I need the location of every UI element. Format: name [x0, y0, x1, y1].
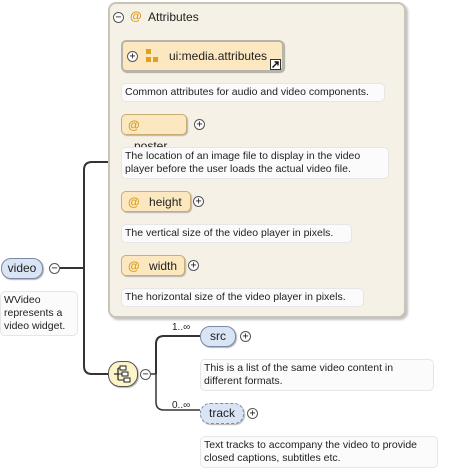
attribute-marker-icon: @ [128, 195, 140, 209]
attribute-poster[interactable]: @ poster [121, 114, 187, 153]
collapse-icon[interactable]: − [49, 263, 60, 274]
attribute-group-reference[interactable]: + ui:media.attributes [121, 40, 284, 72]
expand-icon[interactable]: + [193, 196, 204, 207]
attribute-description: The vertical size of the video player in… [121, 224, 352, 243]
link-arrow-icon[interactable] [270, 59, 281, 70]
attribute-marker-icon: @ [130, 9, 142, 23]
attribute-width[interactable]: @ width [121, 255, 185, 276]
expand-icon[interactable]: + [240, 331, 251, 342]
element-description: WVideo represents a video widget. [0, 291, 78, 336]
attribute-height[interactable]: @ height [121, 191, 191, 212]
element-description: Text tracks to accompany the video to pr… [200, 436, 438, 468]
group-title: Attributes [148, 10, 199, 24]
attribute-name: height [149, 195, 182, 209]
expand-icon[interactable]: + [188, 260, 199, 271]
attribute-description: The location of an image file to display… [121, 147, 389, 179]
element-track[interactable]: track [200, 403, 244, 424]
attribute-marker-icon: @ [128, 259, 140, 273]
element-video[interactable]: video [1, 258, 43, 279]
cardinality-label: 0..∞ [172, 400, 191, 411]
element-description: This is a list of the same video content… [200, 359, 434, 391]
attribute-description: The horizontal size of the video player … [121, 288, 364, 307]
sequence-icon [114, 365, 131, 383]
expand-icon[interactable]: + [194, 119, 205, 130]
expand-icon[interactable]: + [127, 51, 138, 62]
element-src[interactable]: src [200, 326, 236, 347]
reference-description: Common attributes for audio and video co… [121, 83, 385, 102]
reference-name: ui:media.attributes [169, 49, 268, 63]
cardinality-label: 1..∞ [172, 322, 191, 333]
collapse-icon[interactable]: − [113, 12, 124, 23]
attribute-name: width [149, 259, 178, 273]
attribute-marker-icon: @ [128, 118, 140, 132]
sequence-compositor[interactable] [108, 361, 138, 387]
expand-icon[interactable]: + [247, 408, 258, 419]
attribute-group-icon [146, 49, 158, 62]
collapse-icon[interactable]: − [140, 369, 151, 380]
